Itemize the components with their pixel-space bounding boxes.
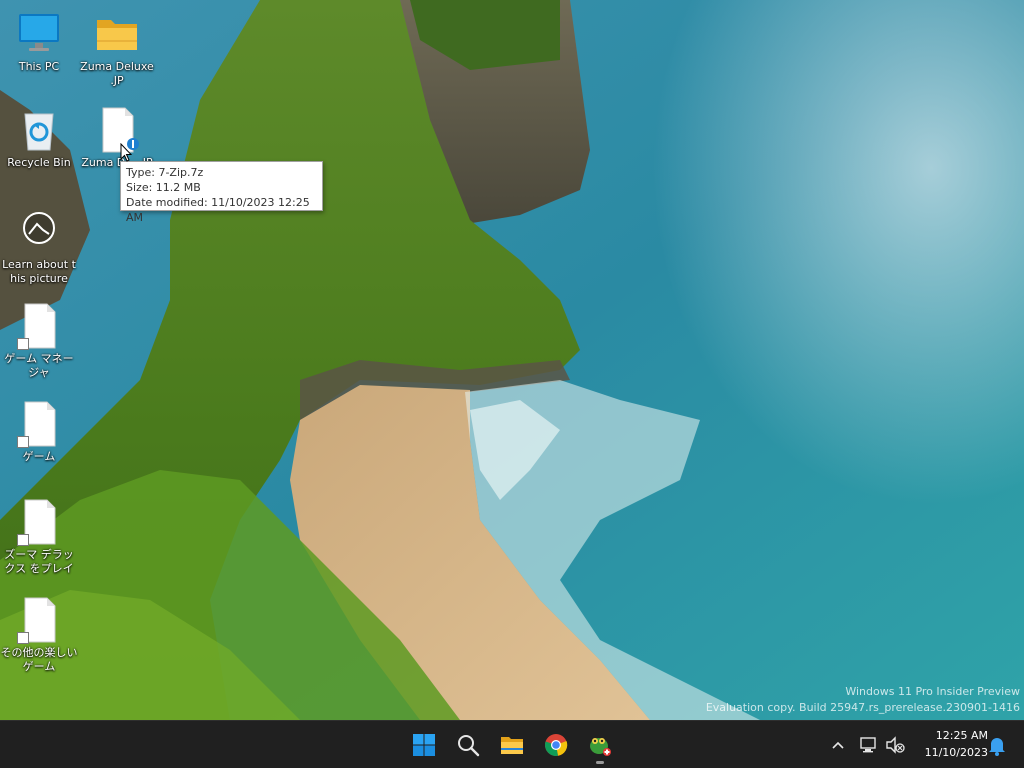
taskbar-file-explorer-button[interactable] — [492, 725, 532, 765]
desktop-icon-label: Zuma Deluxe .JP — [80, 60, 154, 87]
shortcut-arrow-icon — [17, 534, 29, 546]
running-indicator — [596, 761, 604, 764]
desktop-icon-recycle-bin[interactable]: Recycle Bin — [0, 106, 78, 170]
monitor-icon — [15, 10, 63, 58]
taskbar-chrome-button[interactable] — [536, 725, 576, 765]
search-icon — [458, 735, 480, 757]
camera-icon — [15, 208, 63, 256]
show-hidden-icons-button[interactable] — [828, 729, 848, 761]
zuma-frog-icon — [590, 738, 611, 756]
tooltip-date-modified: Date modified: 11/10/2023 12:25 AM — [126, 196, 310, 224]
network-icon — [860, 737, 876, 753]
desktop-icon-more-fun-games[interactable]: その他の楽しい ゲーム — [0, 596, 78, 674]
watermark-edition: Windows 11 Pro Insider Preview — [845, 685, 1020, 698]
windows-watermark: Windows 11 Pro Insider Preview Evaluatio… — [706, 684, 1020, 716]
clock-time: 12:25 AM — [935, 729, 988, 742]
file-shortcut-icon — [15, 302, 63, 350]
desktop-icon-zuma-folder[interactable]: Zuma Deluxe .JP — [78, 10, 156, 88]
folder-icon — [93, 10, 141, 58]
taskbar-search-button[interactable] — [448, 725, 488, 765]
desktop-icon-label: This PC — [18, 60, 60, 73]
archive-file-icon — [93, 106, 141, 154]
desktop-icon-label: ズーマ デラックス をプレイ — [4, 548, 74, 575]
chevron-up-icon — [832, 741, 844, 749]
desktop-icon-learn-about-picture[interactable]: Learn about this picture — [0, 208, 78, 286]
taskbar-clock[interactable]: 12:25 AM 11/10/2023 — [912, 727, 988, 761]
desktop-icon-game-manager[interactable]: ゲーム マネージャ — [0, 302, 78, 380]
shortcut-arrow-icon — [17, 632, 29, 644]
file-shortcut-icon — [15, 498, 63, 546]
mouse-cursor-icon — [120, 143, 132, 162]
file-info-tooltip: Type: 7-Zip.7z Size: 11.2 MB Date modifi… — [120, 161, 323, 224]
volume-muted-icon — [886, 736, 905, 754]
file-shortcut-icon — [15, 596, 63, 644]
desktop-icon-game[interactable]: ゲーム — [0, 400, 78, 464]
file-explorer-icon — [501, 737, 523, 754]
shortcut-arrow-icon — [17, 338, 29, 350]
watermark-build: Evaluation copy. Build 25947.rs_prerelea… — [705, 701, 1020, 714]
taskbar-start-button[interactable] — [404, 725, 444, 765]
notifications-button[interactable] — [986, 729, 1008, 761]
recycle-bin-icon — [15, 106, 63, 154]
desktop-icon-label: その他の楽しい ゲーム — [0, 646, 78, 673]
desktop-icon-label: ゲーム — [22, 450, 56, 463]
desktop-icon-label: ゲーム マネージャ — [4, 352, 74, 379]
file-shortcut-icon — [15, 400, 63, 448]
bell-icon — [989, 738, 1005, 756]
volume-button[interactable] — [884, 729, 906, 761]
taskbar-zuma-deluxe-button[interactable] — [580, 725, 620, 765]
shortcut-arrow-icon — [17, 436, 29, 448]
network-status-button[interactable] — [858, 729, 880, 761]
desktop-icon-label: Recycle Bin — [7, 156, 71, 169]
desktop-icon-play-zuma-deluxe[interactable]: ズーマ デラックス をプレイ — [0, 498, 78, 576]
clock-date: 11/10/2023 — [924, 746, 988, 759]
desktop[interactable]: This PC Zuma Deluxe .JP Recycle Bin Zuma… — [0, 0, 1024, 720]
tooltip-size: Size: 11.2 MB — [126, 181, 201, 194]
desktop-icon-label: Learn about this picture — [2, 258, 76, 285]
taskbar: 12:25 AM 11/10/2023 — [0, 720, 1024, 768]
tooltip-type: Type: 7-Zip.7z — [126, 166, 204, 179]
chrome-icon — [545, 734, 568, 756]
desktop-icon-this-pc[interactable]: This PC — [0, 10, 78, 74]
windows-start-icon — [413, 734, 435, 756]
